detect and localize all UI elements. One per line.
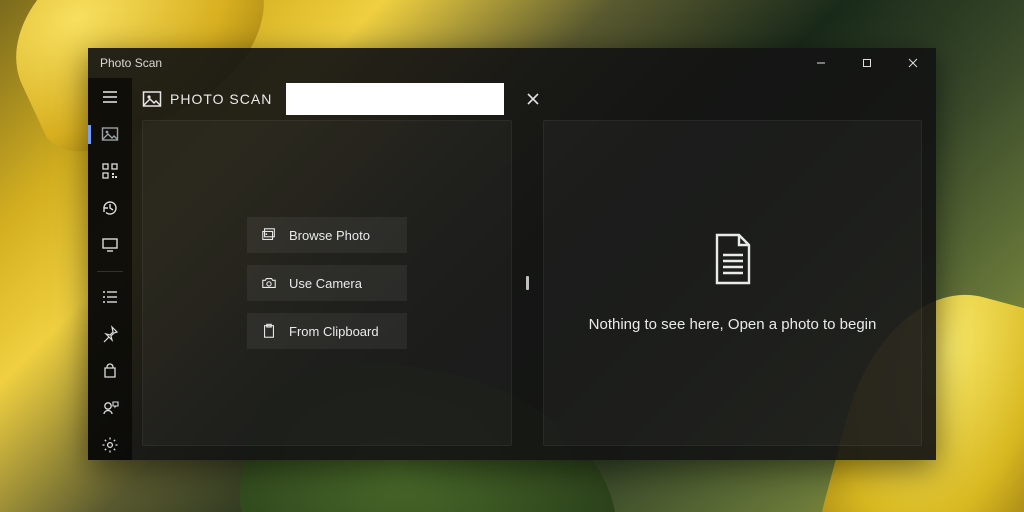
camera-icon	[261, 275, 277, 291]
document-icon	[711, 233, 755, 290]
pin-icon	[101, 325, 119, 343]
photos-icon	[261, 227, 277, 243]
preview-panel: Nothing to see here, Open a photo to beg…	[543, 120, 922, 446]
header: PHOTO SCAN	[132, 78, 936, 120]
sidebar	[88, 78, 132, 460]
feedback-icon	[101, 399, 119, 417]
qr-icon	[101, 162, 119, 180]
browse-photo-button[interactable]: Browse Photo	[247, 217, 407, 253]
use-camera-label: Use Camera	[289, 276, 362, 291]
search-input[interactable]	[286, 83, 504, 115]
sidebar-item-list[interactable]	[88, 281, 132, 312]
empty-state-text: Nothing to see here, Open a photo to beg…	[589, 316, 877, 333]
list-icon	[101, 288, 119, 306]
window-title: Photo Scan	[100, 56, 162, 70]
input-panel: Browse Photo Use Camera From Clipboard	[142, 120, 512, 446]
app-title: PHOTO SCAN	[170, 91, 272, 107]
browse-photo-label: Browse Photo	[289, 228, 370, 243]
hamburger-menu-button[interactable]	[88, 82, 132, 113]
clipboard-icon	[261, 323, 277, 339]
from-clipboard-label: From Clipboard	[289, 324, 379, 339]
clear-search-button[interactable]	[516, 82, 550, 116]
minimize-button[interactable]	[798, 48, 844, 78]
app-logo-icon	[142, 89, 162, 109]
x-icon	[526, 92, 540, 106]
app-window: Photo Scan	[88, 48, 936, 460]
shopping-bag-icon	[101, 362, 119, 380]
minimize-icon	[816, 58, 826, 68]
maximize-button[interactable]	[844, 48, 890, 78]
sidebar-item-history[interactable]	[88, 193, 132, 224]
from-clipboard-button[interactable]: From Clipboard	[247, 313, 407, 349]
close-button[interactable]	[890, 48, 936, 78]
maximize-icon	[862, 58, 872, 68]
sidebar-item-feedback[interactable]	[88, 392, 132, 423]
splitter-handle[interactable]	[526, 276, 529, 290]
sidebar-item-display[interactable]	[88, 230, 132, 261]
sidebar-item-pin[interactable]	[88, 318, 132, 349]
menu-icon	[101, 88, 119, 106]
sidebar-item-image[interactable]	[88, 119, 132, 150]
close-icon	[908, 58, 918, 68]
sidebar-item-store[interactable]	[88, 355, 132, 386]
monitor-icon	[101, 236, 119, 254]
sidebar-item-settings[interactable]	[88, 429, 132, 460]
gear-icon	[101, 436, 119, 454]
sidebar-separator	[97, 271, 123, 272]
titlebar: Photo Scan	[88, 48, 936, 78]
use-camera-button[interactable]: Use Camera	[247, 265, 407, 301]
image-icon	[101, 125, 119, 143]
sidebar-item-qr[interactable]	[88, 156, 132, 187]
history-icon	[101, 199, 119, 217]
